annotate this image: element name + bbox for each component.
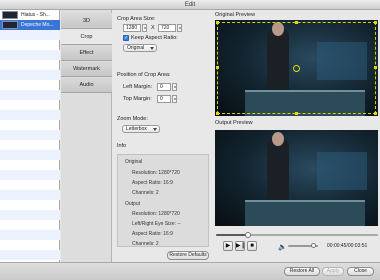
empty-row [0, 70, 60, 80]
zoom-mode-select[interactable]: Letterbox [122, 125, 160, 133]
info-output-aspect: Aspect Ratio: 16:9 [132, 231, 173, 237]
left-margin-input[interactable]: 0 [157, 83, 171, 91]
crosshair-icon [293, 65, 300, 72]
step-forward-icon: ▶❙ [236, 243, 246, 249]
volume-handle[interactable] [311, 243, 316, 248]
aspect-ratio-value: Original [127, 45, 145, 51]
file-item-hiatus[interactable]: Hiatus - Sh... [0, 10, 60, 20]
info-original-label: Original [125, 159, 143, 165]
keep-aspect-label: Keep Aspect Ratio: [131, 35, 178, 41]
crop-area-size-label: Crop Area Size: [117, 16, 156, 22]
tab-watermark[interactable]: Watermark [61, 61, 112, 77]
file-name: Hiatus - Sh... [21, 12, 50, 18]
empty-row [0, 90, 60, 100]
video-thumbnail [2, 21, 18, 29]
restore-defaults-button[interactable]: Restore Defaults [167, 251, 209, 260]
volume-icon: 🔈 [278, 244, 287, 251]
window-title: Edit [184, 2, 196, 8]
play-button[interactable]: ▶ [223, 241, 233, 251]
file-item-depeche-mode[interactable]: Depeche Mo... [0, 20, 60, 30]
file-name: Depeche Mo... [21, 22, 54, 28]
chevron-down-icon [150, 47, 154, 50]
crop-height-input[interactable]: 720 [158, 24, 176, 32]
empty-row [0, 130, 60, 140]
original-preview-label: Original Preview [215, 12, 256, 18]
crop-handle-top[interactable] [295, 21, 298, 24]
restore-all-button[interactable]: Restore All [284, 267, 320, 276]
left-margin-stepper[interactable] [172, 83, 177, 91]
edit-tabs: 3D Crop Effect Watermark Audio [61, 10, 112, 272]
crop-settings-panel: Crop Area Size: 1280 X 720 ✓ Keep Aspect… [113, 10, 214, 272]
stop-button[interactable]: ■ [247, 241, 257, 251]
tab-3d[interactable]: 3D [61, 13, 112, 29]
crop-handle-top-left[interactable] [216, 21, 219, 24]
preview-panel: Original Preview Output Preview ▶ ▶❙ ■ 🔈… [214, 10, 380, 272]
crop-handle-top-right[interactable] [374, 21, 377, 24]
close-button[interactable]: Close [347, 267, 374, 276]
info-original-channels: Channels: 2 [132, 190, 159, 196]
original-preview-video[interactable] [215, 20, 378, 116]
crop-width-input[interactable]: 1280 [123, 24, 141, 32]
aspect-ratio-select[interactable]: Original [123, 44, 157, 52]
step-forward-button[interactable]: ▶❙ [235, 241, 246, 251]
crop-handle-right[interactable] [374, 66, 377, 69]
crop-width-stepper[interactable] [142, 24, 147, 32]
chevron-down-icon [153, 128, 157, 131]
size-separator: X [151, 25, 155, 31]
footer-bar: Restore All Apply Close [0, 262, 380, 280]
title-bar: Edit [0, 0, 380, 10]
info-output-eye-size: Left/Right Eye Size: -- [132, 221, 181, 227]
video-thumbnail [2, 11, 18, 19]
empty-row [0, 30, 60, 40]
output-preview-video [215, 130, 378, 226]
crop-handle-bottom[interactable] [295, 112, 298, 115]
seek-handle[interactable] [245, 232, 252, 238]
top-margin-input[interactable]: 0 [157, 95, 171, 103]
crop-handle-left[interactable] [216, 66, 219, 69]
video-person-head [272, 132, 284, 146]
output-preview-label: Output Preview [215, 120, 253, 126]
left-margin-label: Left Margin: [123, 84, 153, 90]
file-list: Hiatus - Sh... Depeche Mo... [0, 10, 60, 272]
crop-handle-bottom-left[interactable] [216, 112, 219, 115]
tab-audio[interactable]: Audio [61, 77, 112, 93]
apply-button[interactable]: Apply [322, 267, 344, 276]
tab-crop[interactable]: Crop [61, 29, 112, 45]
playback-time: 00:00:45/00:03:51 [327, 243, 368, 249]
tab-effect[interactable]: Effect [61, 45, 112, 61]
stop-icon: ■ [250, 243, 254, 249]
keep-aspect-checkbox[interactable]: ✓ [123, 35, 129, 41]
info-output-label: Output [125, 201, 141, 207]
zoom-mode-label: Zoom Mode: [117, 116, 148, 122]
info-output-resolution: Resolution: 1280*720 [132, 211, 180, 217]
crop-handle-bottom-right[interactable] [374, 112, 377, 115]
crop-position-label: Position of Crop Area: [117, 72, 171, 78]
seek-progress [216, 234, 249, 236]
empty-row [0, 50, 60, 60]
info-original-resolution: Resolution: 1280*720 [132, 170, 180, 176]
play-icon: ▶ [225, 243, 231, 249]
volume-slider[interactable] [288, 243, 318, 248]
info-heading: Info [117, 143, 127, 149]
zoom-mode-value: Letterbox [126, 126, 147, 132]
info-original-aspect: Aspect Ratio: 16:9 [132, 180, 173, 186]
empty-row [0, 210, 60, 220]
video-person [267, 138, 289, 208]
video-desk [245, 200, 365, 226]
empty-row [0, 190, 60, 200]
top-margin-label: Top Margin: [123, 96, 152, 102]
top-margin-stepper[interactable] [172, 95, 177, 103]
empty-row [0, 150, 60, 160]
empty-row [0, 250, 60, 260]
empty-row [0, 110, 60, 120]
empty-row [0, 230, 60, 240]
video-screen-glow [317, 152, 367, 190]
edit-window: Edit Hiatus - Sh... Depeche Mo... 3D Cro… [0, 0, 380, 280]
seek-bar[interactable] [216, 232, 378, 238]
crop-height-stepper[interactable] [177, 24, 182, 32]
info-box: Original Resolution: 1280*720 Aspect Rat… [117, 154, 209, 247]
info-output-channels: Channels: 2 [132, 241, 159, 247]
empty-row [0, 170, 60, 180]
